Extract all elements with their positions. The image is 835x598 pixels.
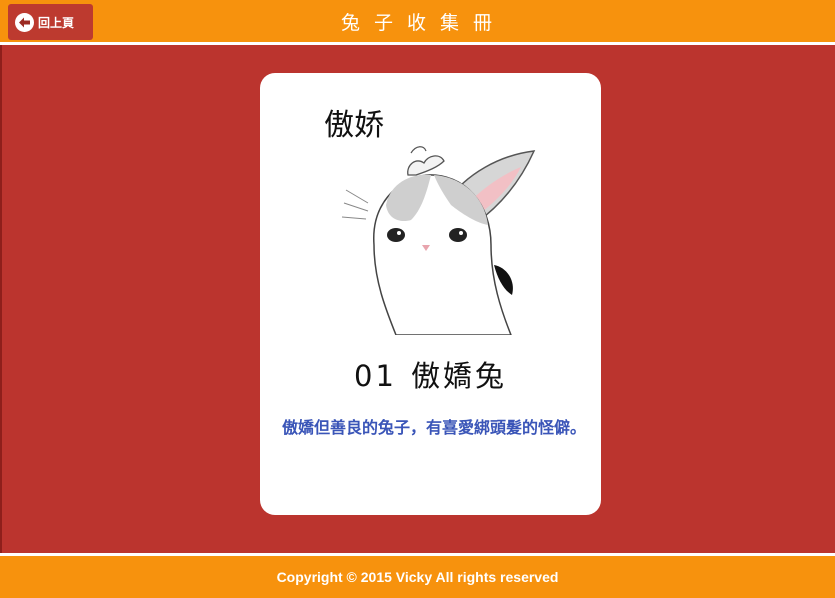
copyright-text: Copyright © 2015 Vicky All rights reserv… <box>276 569 559 585</box>
rabbit-number: 01 <box>354 359 397 393</box>
rabbit-title: 01 傲嬌兔 <box>260 353 601 395</box>
rabbit-name: 傲嬌兔 <box>410 359 507 393</box>
header-bar: 回上頁 兔子收集冊 <box>0 0 835 42</box>
rabbit-illustration: 傲娇 <box>324 108 536 335</box>
footer: Copyright © 2015 Vicky All rights reserv… <box>0 556 835 598</box>
rabbit-card: 傲娇 01 傲嬌兔 傲嬌但善良的兔子，有喜愛綁頭髮的怪僻。 <box>260 73 601 515</box>
main-content: 傲娇 01 傲嬌兔 傲嬌但善良的兔子，有喜愛綁頭髮的怪僻。 <box>0 45 835 553</box>
page-title: 兔子收集冊 <box>340 12 506 34</box>
rabbit-description: 傲嬌但善良的兔子，有喜愛綁頭髮的怪僻。 <box>282 418 587 437</box>
rabbit-image-caption: 傲娇 <box>324 108 384 143</box>
